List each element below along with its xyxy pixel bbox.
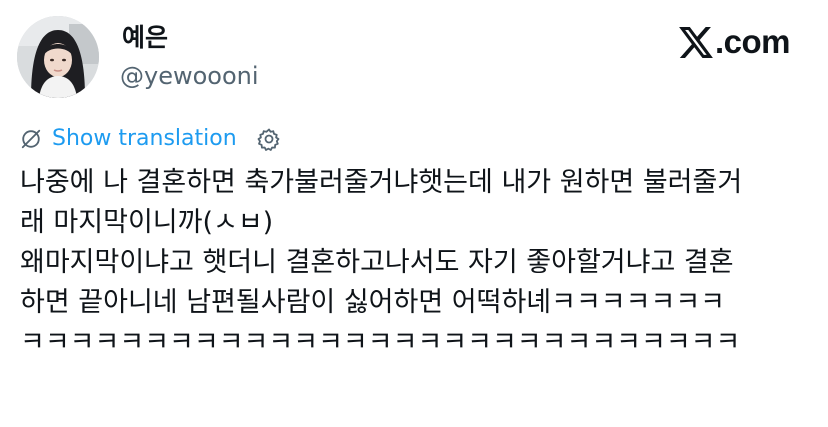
tweet-line: 왜마지막이냐고 햇더니 결혼하고나서도 자기 좋아할거냐고 결혼 bbox=[20, 247, 734, 278]
brand-domain-text: .com bbox=[714, 23, 791, 60]
tweet-line: 나중에 나 결혼하면 축가불러줄거냐햇는데 내가 원하면 불러줄거 bbox=[20, 167, 743, 198]
display-name[interactable]: 예은 bbox=[122, 22, 168, 54]
gear-icon[interactable] bbox=[257, 127, 281, 151]
brand-watermark: .com bbox=[679, 22, 791, 62]
avatar-image bbox=[17, 16, 99, 98]
translation-row: Show translation bbox=[20, 124, 281, 154]
x-logo-icon bbox=[679, 26, 713, 58]
tweet-line: ㅋㅋㅋㅋㅋㅋㅋㅋㅋㅋㅋㅋㅋㅋㅋㅋㅋㅋㅋㅋㅋㅋㅋㅋㅋㅋㅋㅋㅋ bbox=[20, 327, 741, 358]
avatar[interactable] bbox=[17, 16, 99, 98]
tweet-line: 하면 끝아니네 남편될사람이 싫어하면 어떡하녜ㅋㅋㅋㅋㅋㅋㅋ bbox=[20, 287, 726, 318]
user-handle[interactable]: @yewoooni bbox=[120, 60, 259, 92]
globe-icon bbox=[21, 129, 41, 149]
tweet-text: 나중에 나 결혼하면 축가불러줄거냐햇는데 내가 원하면 불러줄거 래 마지막이… bbox=[20, 163, 810, 363]
show-translation-link[interactable]: Show translation bbox=[52, 124, 237, 154]
tweet-line: 래 마지막이니까(ㅅㅂ) bbox=[20, 207, 274, 238]
